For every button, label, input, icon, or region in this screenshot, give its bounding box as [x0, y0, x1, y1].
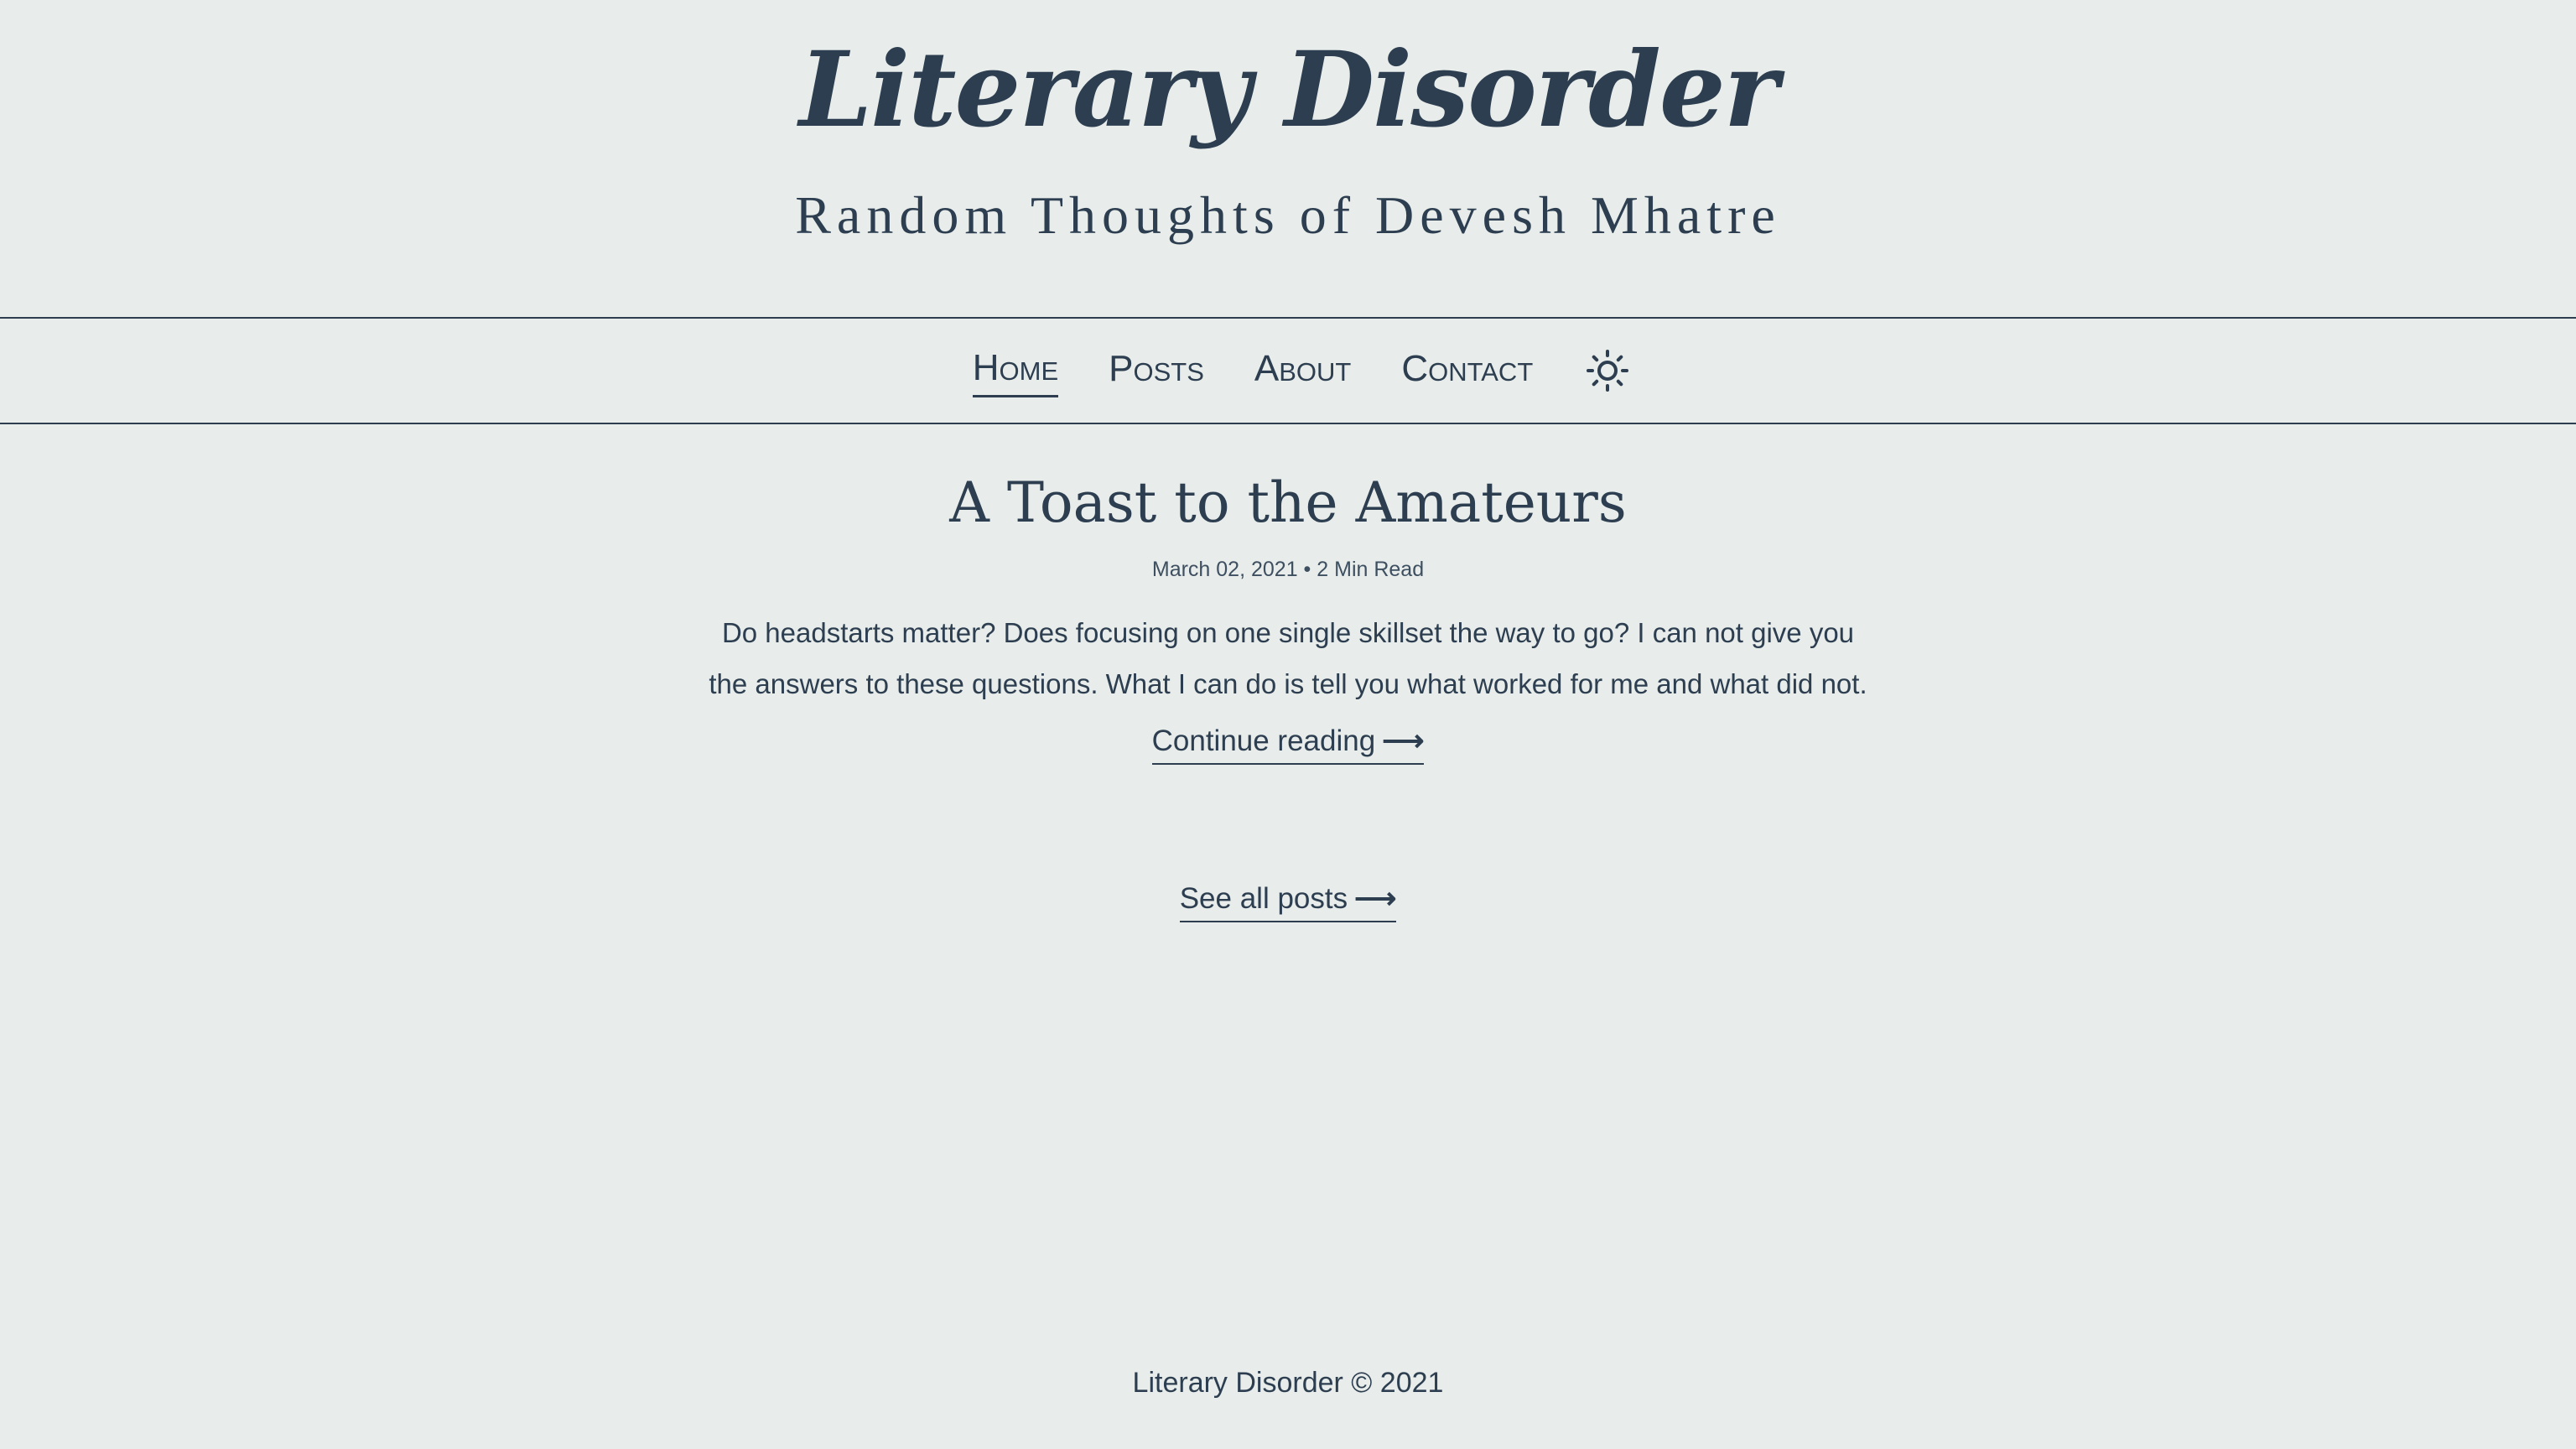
arrow-right-icon: ⟶	[1382, 724, 1425, 758]
post-excerpt: Do headstarts matter? Does focusing on o…	[709, 617, 1867, 700]
continue-reading-link[interactable]: Continue reading ⟶	[1151, 724, 1425, 766]
continue-reading-label: Continue reading	[1151, 724, 1376, 758]
site-footer: Literary Disorder © 2021	[0, 1367, 2576, 1400]
post-date: March 02, 2021	[1151, 558, 1298, 582]
arrow-right-icon: ⟶	[1354, 882, 1397, 916]
nav-item-posts[interactable]: Posts	[1109, 345, 1204, 396]
site-tagline: Random Thoughts of Devesh Mhatre	[795, 185, 1781, 245]
site-header: Literary Disorder Random Thoughts of Dev…	[0, 0, 2576, 317]
sun-icon	[1587, 350, 1629, 392]
post-preview: A Toast to the Amateurs March 02, 2021 •…	[0, 470, 2576, 766]
nav-item-home[interactable]: Home	[972, 345, 1059, 397]
post-title[interactable]: A Toast to the Amateurs	[0, 470, 2576, 536]
meta-separator: •	[1303, 558, 1311, 582]
nav-item-contact[interactable]: Contact	[1401, 345, 1533, 396]
post-read-time: 2 Min Read	[1317, 558, 1425, 582]
main-content: A Toast to the Amateurs March 02, 2021 •…	[0, 470, 2576, 923]
footer-copyright: Literary Disorder © 2021	[1132, 1367, 1444, 1399]
main-nav: Home Posts About Contact	[0, 317, 2576, 424]
see-all-posts-label: See all posts	[1179, 882, 1348, 916]
see-all-posts-link[interactable]: See all posts ⟶	[1179, 882, 1397, 923]
nav-item-about[interactable]: About	[1254, 345, 1351, 396]
theme-toggle-button[interactable]	[1587, 350, 1629, 392]
post-meta: March 02, 2021 • 2 Min Read	[0, 558, 2576, 582]
site-title[interactable]: Literary Disorder	[0, 33, 2576, 148]
